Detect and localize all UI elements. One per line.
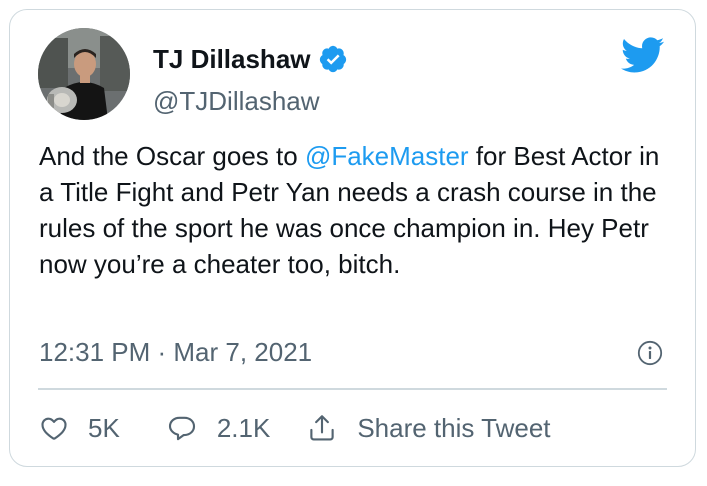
speech-bubble-icon [167,413,197,443]
share-tweet-button[interactable]: Share this Tweet [307,413,551,443]
tweet-text: And the Oscar goes to @FakeMaster for Be… [39,138,679,282]
verified-badge-icon [318,44,348,74]
share-label: Share this Tweet [357,413,551,443]
author-handle[interactable]: @TJDillashaw [153,86,320,116]
reply-count: 2.1K [216,413,271,443]
tweet-text-part: And the Oscar goes to [39,141,305,171]
mention-link[interactable]: @FakeMaster [305,141,469,171]
info-icon[interactable] [637,340,663,366]
tweet-card: TJ Dillashaw @TJDillashaw And the Oscar … [9,9,696,467]
divider [38,388,667,390]
tweet-actions: 5K 2.1K Share this Tweet [39,408,551,448]
avatar-photo [38,28,130,120]
heart-icon [39,413,69,443]
like-count: 5K [88,413,120,443]
avatar[interactable] [38,28,130,120]
tweet-timestamp[interactable]: 12:31 PM · Mar 7, 2021 [39,337,312,367]
reply-button[interactable]: 2.1K [167,413,271,443]
author-name[interactable]: TJ Dillashaw [153,44,311,74]
author-name-row[interactable]: TJ Dillashaw [153,44,348,74]
share-upload-icon [307,413,337,443]
like-button[interactable]: 5K [39,413,120,443]
twitter-bird-icon[interactable] [619,36,665,74]
